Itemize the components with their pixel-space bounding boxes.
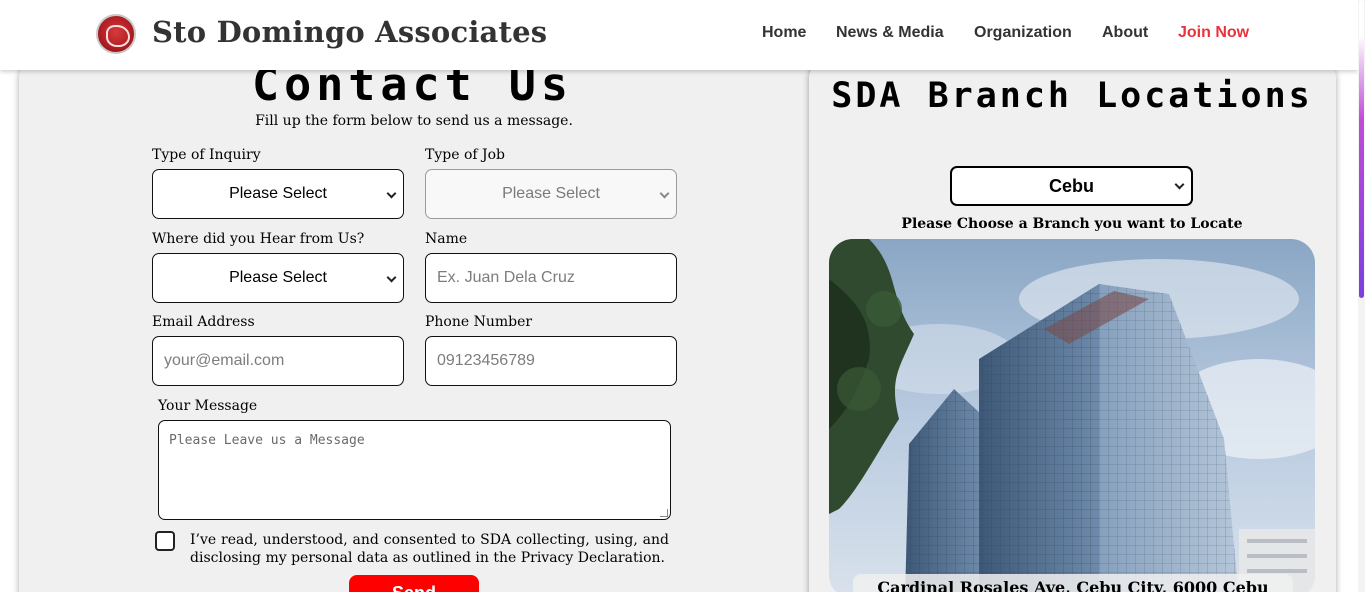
branch-address: Cardinal Rosales Ave, Cebu City, 6000 Ce…: [853, 574, 1293, 592]
chevron-down-icon: [386, 272, 397, 283]
heard-select-value: Please Select: [229, 269, 327, 286]
inquiry-label: Type of Inquiry: [152, 147, 261, 163]
scrollbar-thumb[interactable]: [1359, 0, 1364, 298]
chevron-down-icon: [1174, 179, 1185, 190]
page-scrollbar[interactable]: [1358, 0, 1365, 592]
nav-join-now[interactable]: Join Now: [1178, 24, 1249, 42]
branch-select[interactable]: Cebu: [950, 166, 1193, 206]
job-label: Type of Job: [425, 147, 506, 163]
message-label: Your Message: [158, 398, 258, 414]
heard-label: Where did you Hear from Us?: [152, 231, 365, 247]
phone-label: Phone Number: [425, 314, 533, 330]
branch-select-value: Cebu: [1049, 176, 1094, 196]
chevron-down-icon: [659, 188, 670, 199]
message-placeholder: Please Leave us a Message: [169, 433, 365, 448]
resize-handle-icon[interactable]: [660, 509, 668, 517]
consent-checkbox[interactable]: [155, 531, 175, 551]
nav-about[interactable]: About: [1102, 24, 1148, 42]
name-input[interactable]: Ex. Juan Dela Cruz: [425, 253, 677, 303]
email-input[interactable]: your@email.com: [152, 336, 404, 386]
main-nav: Home News & Media Organization About Joi…: [0, 24, 1358, 46]
branch-photo: [829, 239, 1315, 592]
site-header: Sto Domingo Associates Home News & Media…: [0, 0, 1358, 70]
inquiry-select[interactable]: Please Select: [152, 169, 404, 219]
consent-text: I’ve read, understood, and consented to …: [190, 532, 669, 566]
nav-home[interactable]: Home: [762, 24, 806, 42]
nav-organization[interactable]: Organization: [974, 24, 1072, 42]
job-select-value: Please Select: [502, 185, 600, 202]
inquiry-select-value: Please Select: [229, 185, 327, 202]
message-textarea[interactable]: Please Leave us a Message: [158, 420, 671, 520]
job-select[interactable]: Please Select: [425, 169, 677, 219]
branch-title: SDA Branch Locations: [831, 76, 1313, 116]
send-button[interactable]: Send: [349, 575, 479, 592]
email-label: Email Address: [152, 314, 255, 330]
contact-subtitle: Fill up the form below to send us a mess…: [255, 113, 573, 129]
name-label: Name: [425, 231, 468, 247]
nav-news-media[interactable]: News & Media: [836, 24, 944, 42]
phone-input[interactable]: 09123456789: [425, 336, 677, 386]
branch-hint: Please Choose a Branch you want to Locat…: [901, 216, 1243, 232]
heard-select[interactable]: Please Select: [152, 253, 404, 303]
chevron-down-icon: [386, 188, 397, 199]
